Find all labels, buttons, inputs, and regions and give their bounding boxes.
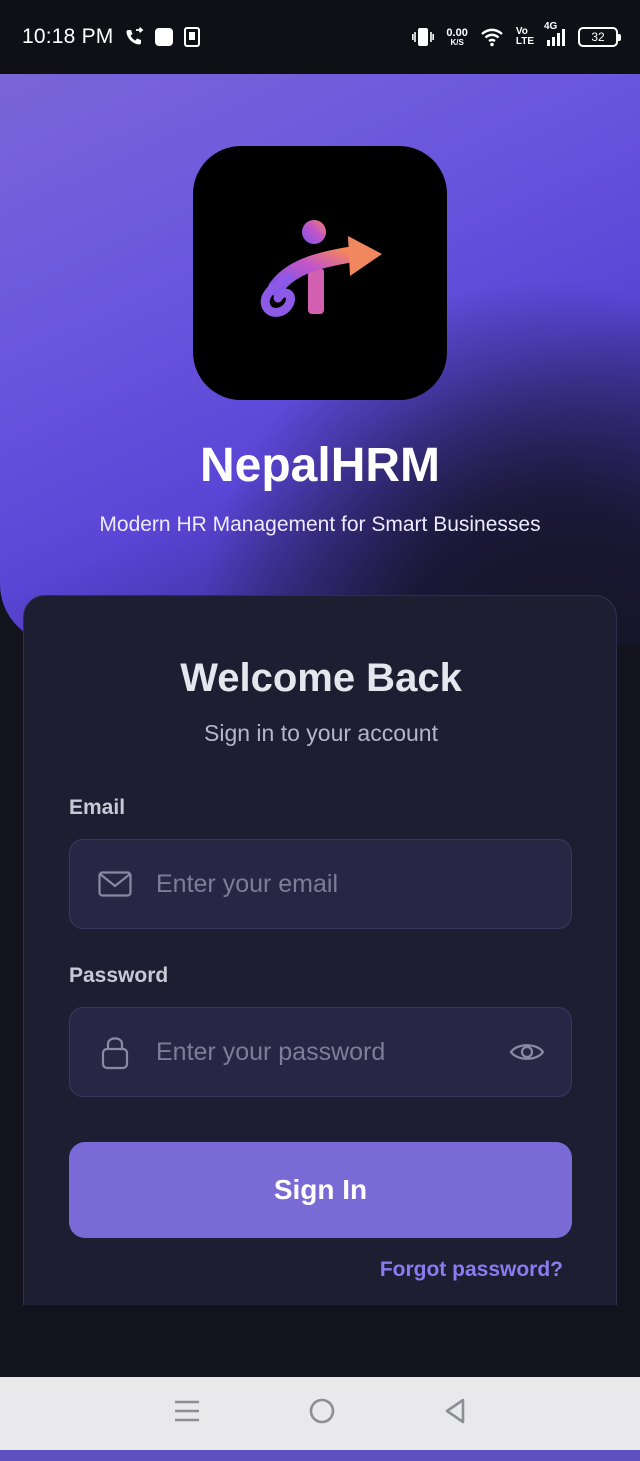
sign-in-button[interactable]: Sign In	[69, 1142, 572, 1238]
eye-icon[interactable]	[509, 1040, 545, 1064]
app-logo	[193, 146, 447, 400]
login-card: Welcome Back Sign in to your account Ema…	[23, 595, 617, 1305]
hero-banner: NepalHRM Modern HR Management for Smart …	[0, 74, 640, 644]
volte-bottom: LTE	[515, 36, 534, 47]
menu-icon[interactable]	[173, 1399, 201, 1428]
forgot-password-link[interactable]: Forgot password?	[380, 1258, 563, 1282]
net-speed: 0.00 K/S	[446, 26, 468, 47]
status-left: 10:18 PM	[22, 25, 200, 49]
home-circle-icon[interactable]	[308, 1397, 336, 1430]
welcome-subtitle: Sign in to your account	[204, 720, 438, 746]
email-field[interactable]	[69, 839, 572, 929]
status-right: 0.00 K/S Vo LTE 4G 32	[412, 21, 621, 47]
sim-icon	[183, 27, 200, 47]
notification-square-icon	[154, 27, 174, 47]
password-field[interactable]	[69, 1007, 572, 1097]
battery-level: 32	[591, 30, 605, 44]
wifi-icon	[480, 27, 504, 47]
email-input[interactable]	[156, 869, 571, 899]
email-label: Email	[69, 796, 126, 819]
battery-icon: 32	[578, 27, 621, 47]
volte-indicator: Vo LTE	[516, 27, 534, 47]
net-speed-value: 0.00	[446, 26, 468, 39]
network-type: 4G	[544, 21, 558, 32]
password-input[interactable]	[156, 1037, 509, 1067]
lock-icon	[98, 1034, 132, 1070]
app-tagline: Modern HR Management for Smart Businesse…	[99, 513, 541, 536]
welcome-title: Welcome Back	[180, 656, 462, 700]
status-bar: 10:18 PM 0.00 K/S Vo LTE 4G 32	[0, 0, 640, 74]
app-name: NepalHRM	[199, 439, 441, 492]
vibrate-icon	[412, 27, 435, 47]
password-label: Password	[69, 964, 169, 987]
call-forward-icon	[124, 27, 144, 47]
signal-icon: 4G	[544, 21, 566, 47]
mail-icon	[98, 871, 132, 897]
system-nav-bar	[0, 1377, 640, 1450]
back-triangle-icon[interactable]	[443, 1397, 467, 1430]
nepalhrm-logo	[260, 220, 382, 317]
status-time: 10:18 PM	[22, 25, 114, 48]
bottom-edge	[0, 1450, 640, 1461]
net-speed-unit: K/S	[450, 37, 464, 47]
